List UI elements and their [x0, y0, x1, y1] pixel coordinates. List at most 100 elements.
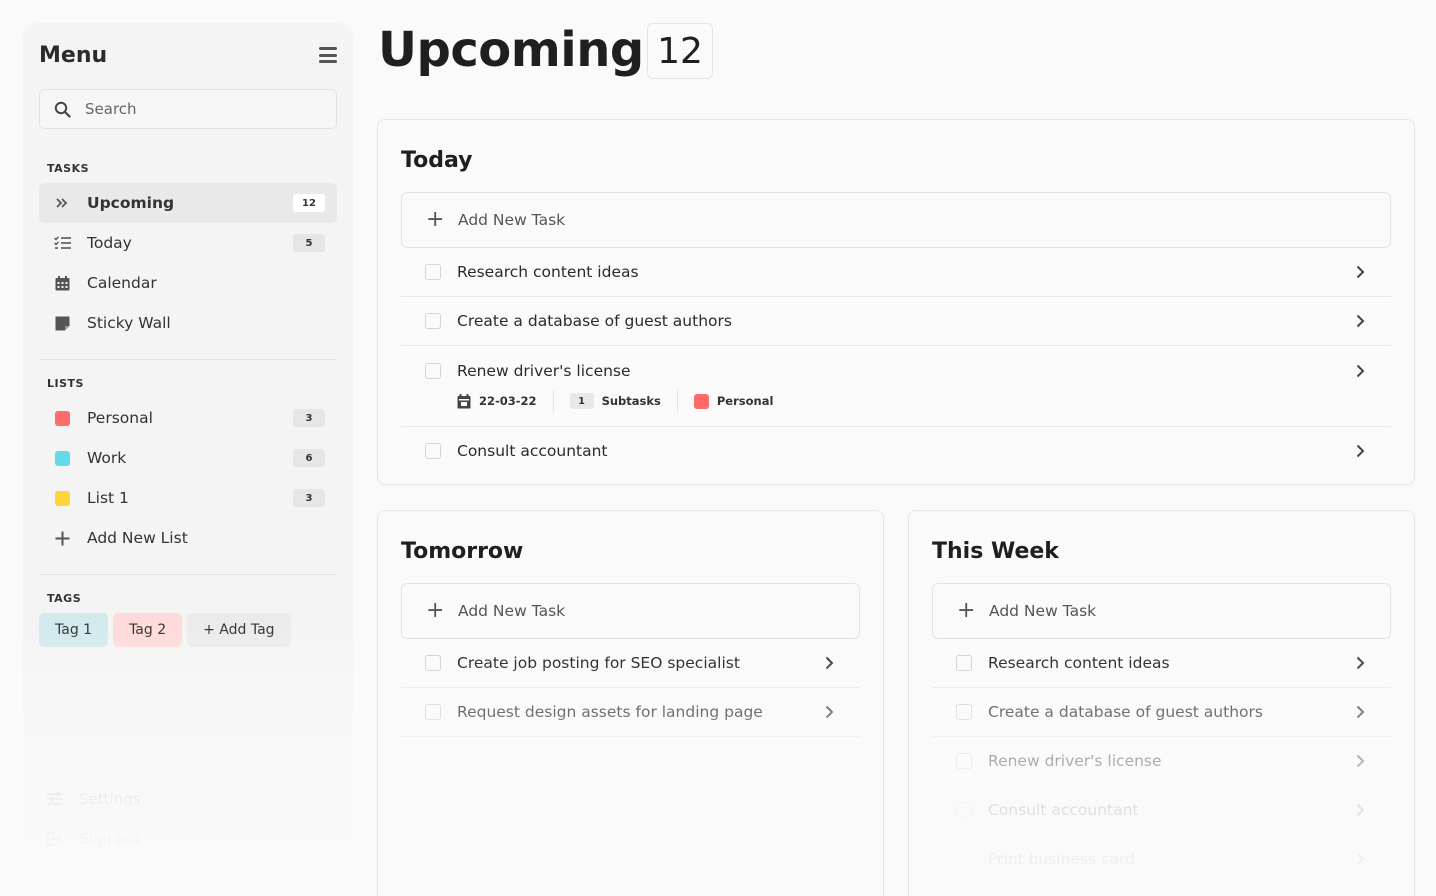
add-new-list-button[interactable]: Add New List — [39, 518, 337, 558]
list-color-swatch — [693, 393, 709, 409]
task-checkbox[interactable] — [425, 655, 441, 671]
sidebar-item-calendar[interactable]: Calendar — [39, 263, 337, 303]
search-input[interactable] — [85, 100, 305, 118]
task-checkbox[interactable] — [956, 802, 972, 818]
add-task-label: Add New Task — [458, 211, 566, 229]
this-week-title: This Week — [932, 538, 1059, 564]
chevron-right-icon[interactable] — [1353, 705, 1367, 719]
chevron-right-icon[interactable] — [1353, 754, 1367, 768]
chevron-right-icon[interactable] — [822, 705, 836, 719]
chevron-right-icon[interactable] — [1353, 314, 1367, 328]
task-row[interactable]: Research content ideas — [401, 248, 1391, 297]
chevron-right-icon[interactable] — [822, 656, 836, 670]
task-text: Consult accountant — [457, 442, 608, 460]
add-tag-button[interactable]: + Add Tag — [187, 613, 291, 647]
task-checkbox[interactable] — [956, 851, 972, 867]
sidebar-item-work[interactable]: Work 6 — [39, 438, 337, 478]
task-checkbox[interactable] — [956, 753, 972, 769]
calendar-icon — [457, 393, 471, 408]
task-row[interactable]: Renew driver's license — [932, 737, 1391, 786]
list-color-swatch — [54, 410, 70, 426]
sidebar-item-upcoming[interactable]: Upcoming 12 — [39, 183, 337, 223]
divider — [39, 574, 337, 575]
tomorrow-panel: Tomorrow + Add New Task Create job posti… — [377, 510, 884, 896]
subtask-count-badge: 1 — [569, 393, 594, 409]
task-text: Research content ideas — [988, 654, 1170, 672]
sliders-icon — [47, 792, 63, 806]
task-checkbox[interactable] — [425, 363, 441, 379]
sidebar-item-sticky-wall[interactable]: Sticky Wall — [39, 303, 337, 343]
task-checkbox[interactable] — [425, 264, 441, 280]
sidebar-item-label: Calendar — [87, 274, 157, 292]
plus-icon: + — [426, 207, 445, 232]
task-row[interactable]: Research content ideas — [932, 639, 1391, 688]
sidebar-item-label: Today — [87, 234, 132, 252]
task-text: Research content ideas — [457, 263, 639, 281]
task-text: Create job posting for SEO specialist — [457, 654, 740, 672]
add-task-label: Add New Task — [458, 602, 566, 620]
task-text: Request design assets for landing page — [457, 703, 763, 721]
task-text: Print business card — [988, 850, 1136, 868]
task-row[interactable]: Create job posting for SEO specialist — [401, 639, 860, 688]
search-box[interactable] — [39, 89, 337, 129]
task-text: Renew driver's license — [988, 752, 1162, 770]
chevron-right-icon[interactable] — [1353, 656, 1367, 670]
divider — [39, 359, 337, 360]
sidebar-item-label: Sticky Wall — [87, 314, 171, 332]
tags-section-label: TAGS — [47, 592, 82, 605]
sidebar-item-personal[interactable]: Personal 3 — [39, 398, 337, 438]
task-checkbox[interactable] — [425, 313, 441, 329]
sign-out-icon — [47, 832, 63, 846]
task-row[interactable]: Consult accountant — [401, 427, 1391, 475]
task-list-label: Personal — [716, 394, 774, 408]
task-row[interactable]: Create a database of guest authors — [401, 297, 1391, 346]
today-title: Today — [401, 147, 473, 173]
add-new-task-button[interactable]: + Add New Task — [401, 583, 860, 639]
sidebar-item-label: List 1 — [87, 489, 129, 507]
chevron-right-icon[interactable] — [1353, 803, 1367, 817]
tag-1[interactable]: Tag 1 — [39, 613, 109, 647]
task-checkbox[interactable] — [425, 704, 441, 720]
task-due-date: 22-03-22 — [479, 394, 537, 408]
task-checkbox[interactable] — [425, 443, 441, 459]
chevron-right-icon[interactable] — [1353, 265, 1367, 279]
task-row[interactable]: Consult accountant — [932, 786, 1391, 835]
task-row[interactable]: Renew driver's license 22-03-22 1 Subtas… — [401, 346, 1391, 427]
sidebar-footer: Settings Sign out — [39, 779, 337, 859]
page-title: Upcoming — [378, 22, 644, 78]
calendar-icon — [53, 274, 71, 292]
count-badge: 3 — [293, 409, 325, 427]
task-checkbox[interactable] — [956, 704, 972, 720]
today-panel: Today + Add New Task Research content id… — [377, 119, 1415, 485]
chevron-right-icon[interactable] — [1353, 852, 1367, 866]
count-badge: 6 — [293, 449, 325, 467]
task-checkbox[interactable] — [956, 655, 972, 671]
add-task-label: Add New Task — [989, 602, 1097, 620]
count-badge: 5 — [293, 234, 325, 252]
list-color-swatch — [54, 450, 70, 466]
settings-button[interactable]: Settings — [39, 779, 337, 819]
plus-icon: + — [957, 598, 976, 623]
sign-out-label: Sign out — [79, 830, 142, 848]
chevron-right-icon[interactable] — [1353, 444, 1367, 458]
sidebar-item-label: Work — [87, 449, 127, 467]
page-count-badge: 12 — [647, 23, 713, 79]
task-text: Create a database of guest authors — [988, 703, 1263, 721]
task-row[interactable]: Print business card — [932, 835, 1391, 884]
sidebar: Menu TASKS Upcoming 12 Today 5 Calendar … — [23, 23, 353, 883]
tag-2[interactable]: Tag 2 — [113, 613, 183, 647]
task-row[interactable]: Request design assets for landing page — [401, 688, 860, 737]
task-text: Create a database of guest authors — [457, 312, 732, 330]
list-color-swatch — [54, 490, 70, 506]
sidebar-item-label: Personal — [87, 409, 153, 427]
tomorrow-title: Tomorrow — [401, 538, 524, 564]
hamburger-menu-icon[interactable] — [319, 47, 337, 63]
sidebar-title: Menu — [39, 42, 108, 68]
task-row[interactable]: Create a database of guest authors — [932, 688, 1391, 737]
add-new-task-button[interactable]: + Add New Task — [932, 583, 1391, 639]
add-new-task-button[interactable]: + Add New Task — [401, 192, 1391, 248]
sign-out-button[interactable]: Sign out — [39, 819, 337, 859]
chevron-right-icon[interactable] — [1353, 364, 1367, 378]
sidebar-item-list-1[interactable]: List 1 3 — [39, 478, 337, 518]
sidebar-item-today[interactable]: Today 5 — [39, 223, 337, 263]
